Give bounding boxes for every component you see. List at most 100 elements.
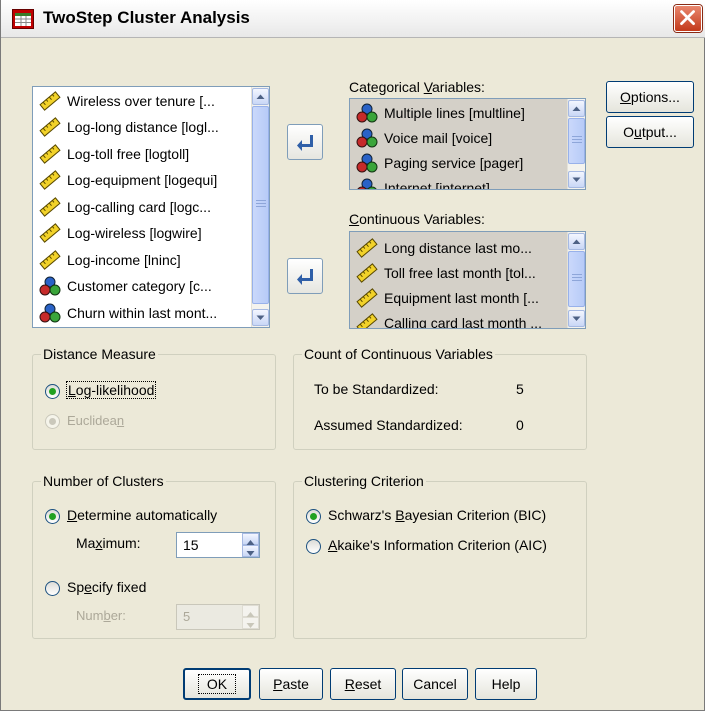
scroll-up-button[interactable] — [568, 233, 585, 250]
source-variable-list[interactable]: Wireless over tenure [... Log-long distan… — [32, 86, 270, 328]
spin-up-button[interactable] — [242, 605, 259, 617]
count-continuous-group: Count of Continuous Variables To be Stan… — [293, 346, 587, 450]
move-to-continuous-button[interactable] — [287, 258, 323, 294]
list-item-label: Voice mail [voice] — [384, 129, 493, 146]
scroll-thumb[interactable] — [252, 106, 269, 304]
list-item[interactable]: Toll free last month [tol... — [350, 260, 536, 285]
list-item[interactable]: Log-calling card [logc... — [33, 194, 211, 219]
bic-radio[interactable] — [306, 509, 321, 524]
list-item-label: Toll free last month [tol... — [384, 264, 536, 281]
list-item-label: Multiple lines [multline] — [384, 104, 525, 121]
scale-ruler-icon — [356, 287, 378, 308]
list-item[interactable]: Log-long distance [logl... — [33, 115, 219, 140]
move-arrow-icon — [297, 135, 313, 151]
scroll-thumb[interactable] — [568, 118, 585, 164]
spin-up-button[interactable] — [242, 533, 259, 545]
scroll-down-button[interactable] — [568, 310, 585, 327]
scale-ruler-icon — [356, 237, 378, 258]
close-button[interactable] — [674, 5, 702, 32]
number-value: 5 — [183, 609, 191, 624]
list-item[interactable]: Log-toll free [logtoll] — [33, 141, 189, 166]
scroll-down-button[interactable] — [568, 171, 585, 188]
move-to-categorical-button[interactable] — [287, 124, 323, 160]
scale-ruler-icon — [39, 249, 61, 270]
arrow-up-icon — [256, 94, 265, 99]
list-item[interactable]: Calling card last month ... — [350, 310, 542, 328]
list-item-label: Log-toll free [logtoll] — [67, 145, 190, 162]
continuous-variables-list[interactable]: Long distance last mo... Toll free last m… — [349, 231, 586, 329]
categorical-variables-list[interactable]: Multiple lines [multline] Voice mail [voi… — [349, 98, 586, 190]
list-item-label: Long distance last mo... — [384, 239, 532, 256]
continuous-list-scrollbar[interactable] — [567, 232, 585, 328]
log-likelihood-radio[interactable] — [45, 384, 60, 399]
ok-button[interactable]: OK — [183, 668, 251, 700]
euclidean-radio[interactable] — [45, 414, 60, 429]
count-continuous-title: Count of Continuous Variables — [302, 346, 495, 362]
bic-label[interactable]: Schwarz's Bayesian Criterion (BIC) — [328, 507, 546, 523]
cancel-button[interactable]: Cancel — [402, 668, 468, 700]
arrow-up-icon — [572, 106, 581, 111]
scroll-down-button[interactable] — [252, 309, 269, 326]
determine-automatically-radio[interactable] — [45, 509, 60, 524]
list-item[interactable]: Wireless over tenure [... — [33, 88, 215, 113]
help-button[interactable]: Help — [475, 668, 537, 700]
list-item-label: Log-income [lninc] — [67, 251, 181, 268]
reset-button[interactable]: Reset — [330, 668, 396, 700]
categorical-list-scrollbar[interactable] — [567, 99, 585, 189]
scroll-thumb[interactable] — [568, 251, 585, 307]
specify-fixed-radio[interactable] — [45, 581, 60, 596]
distance-measure-group: Distance Measure Log-likelihood Euclidea… — [32, 346, 276, 450]
source-list-scrollbar[interactable] — [251, 87, 269, 327]
maximum-spinner[interactable]: 15 — [176, 532, 260, 558]
arrow-down-icon — [246, 623, 255, 628]
list-item[interactable]: Customer category [c... — [33, 274, 212, 299]
move-arrow-icon — [297, 269, 313, 285]
scale-ruler-icon — [39, 90, 61, 111]
list-item[interactable]: Voice mail [voice] — [350, 125, 492, 150]
aic-radio[interactable] — [306, 539, 321, 554]
scale-ruler-icon — [356, 312, 378, 328]
list-item[interactable]: Log-equipment [logequi] — [33, 168, 217, 193]
number-spinner[interactable]: 5 — [176, 604, 260, 630]
list-item[interactable]: Churn within last mont... — [33, 300, 217, 325]
list-item-label: Internet [internet] — [384, 179, 490, 190]
list-item[interactable]: Log-wireless [logwire] — [33, 221, 202, 246]
nominal-balls-icon — [39, 276, 61, 296]
spin-down-button[interactable] — [242, 545, 259, 557]
window-title: TwoStep Cluster Analysis — [43, 8, 250, 27]
scroll-up-button[interactable] — [568, 100, 585, 117]
nominal-balls-icon — [356, 103, 378, 123]
log-likelihood-label[interactable]: Log-likelihood — [65, 381, 157, 399]
list-item-label: Log-calling card [logc... — [67, 198, 211, 215]
list-item[interactable]: Multiple lines [multline] — [350, 100, 525, 125]
list-item-label: Customer category [c... — [67, 278, 212, 294]
paste-button[interactable]: Paste — [259, 668, 323, 700]
output-button[interactable]: Ou tput... — [606, 116, 694, 148]
number-label: Number: — [76, 608, 126, 623]
list-item-label: Equipment last month [... — [384, 289, 539, 306]
list-item[interactable]: Internet [internet] — [350, 175, 490, 189]
list-item[interactable]: Long distance last mo... — [350, 235, 532, 260]
scale-ruler-icon — [39, 223, 61, 243]
to-be-standardized-value: 5 — [516, 381, 524, 397]
options-button[interactable]: Options... — [606, 81, 694, 113]
aic-label[interactable]: Akaike's Information Criterion (AIC) — [328, 537, 547, 553]
close-icon — [680, 10, 695, 25]
specify-fixed-label[interactable]: Specify fixed — [67, 579, 146, 595]
scroll-up-button[interactable] — [252, 88, 269, 105]
list-item[interactable]: Paging service [pager] — [350, 150, 523, 175]
determine-automatically-label[interactable]: Determine automatically — [67, 507, 217, 523]
title-bar: TwoStep Cluster Analysis — [1, 0, 705, 38]
nominal-balls-icon — [356, 178, 378, 189]
nominal-balls-icon — [356, 128, 378, 148]
spss-app-icon — [12, 9, 34, 29]
list-item[interactable]: Log-income [lninc] — [33, 247, 181, 272]
scale-ruler-icon — [39, 170, 61, 190]
list-item-label: Calling card last month ... — [384, 314, 542, 329]
nominal-balls-icon — [356, 153, 378, 173]
number-of-clusters-group: Number of Clusters Determine automatical… — [32, 473, 276, 639]
spin-down-button[interactable] — [242, 617, 259, 629]
list-item-label: Paging service [pager] — [384, 154, 524, 171]
list-item[interactable]: Equipment last month [... — [350, 285, 539, 310]
maximum-value[interactable]: 15 — [183, 537, 199, 553]
